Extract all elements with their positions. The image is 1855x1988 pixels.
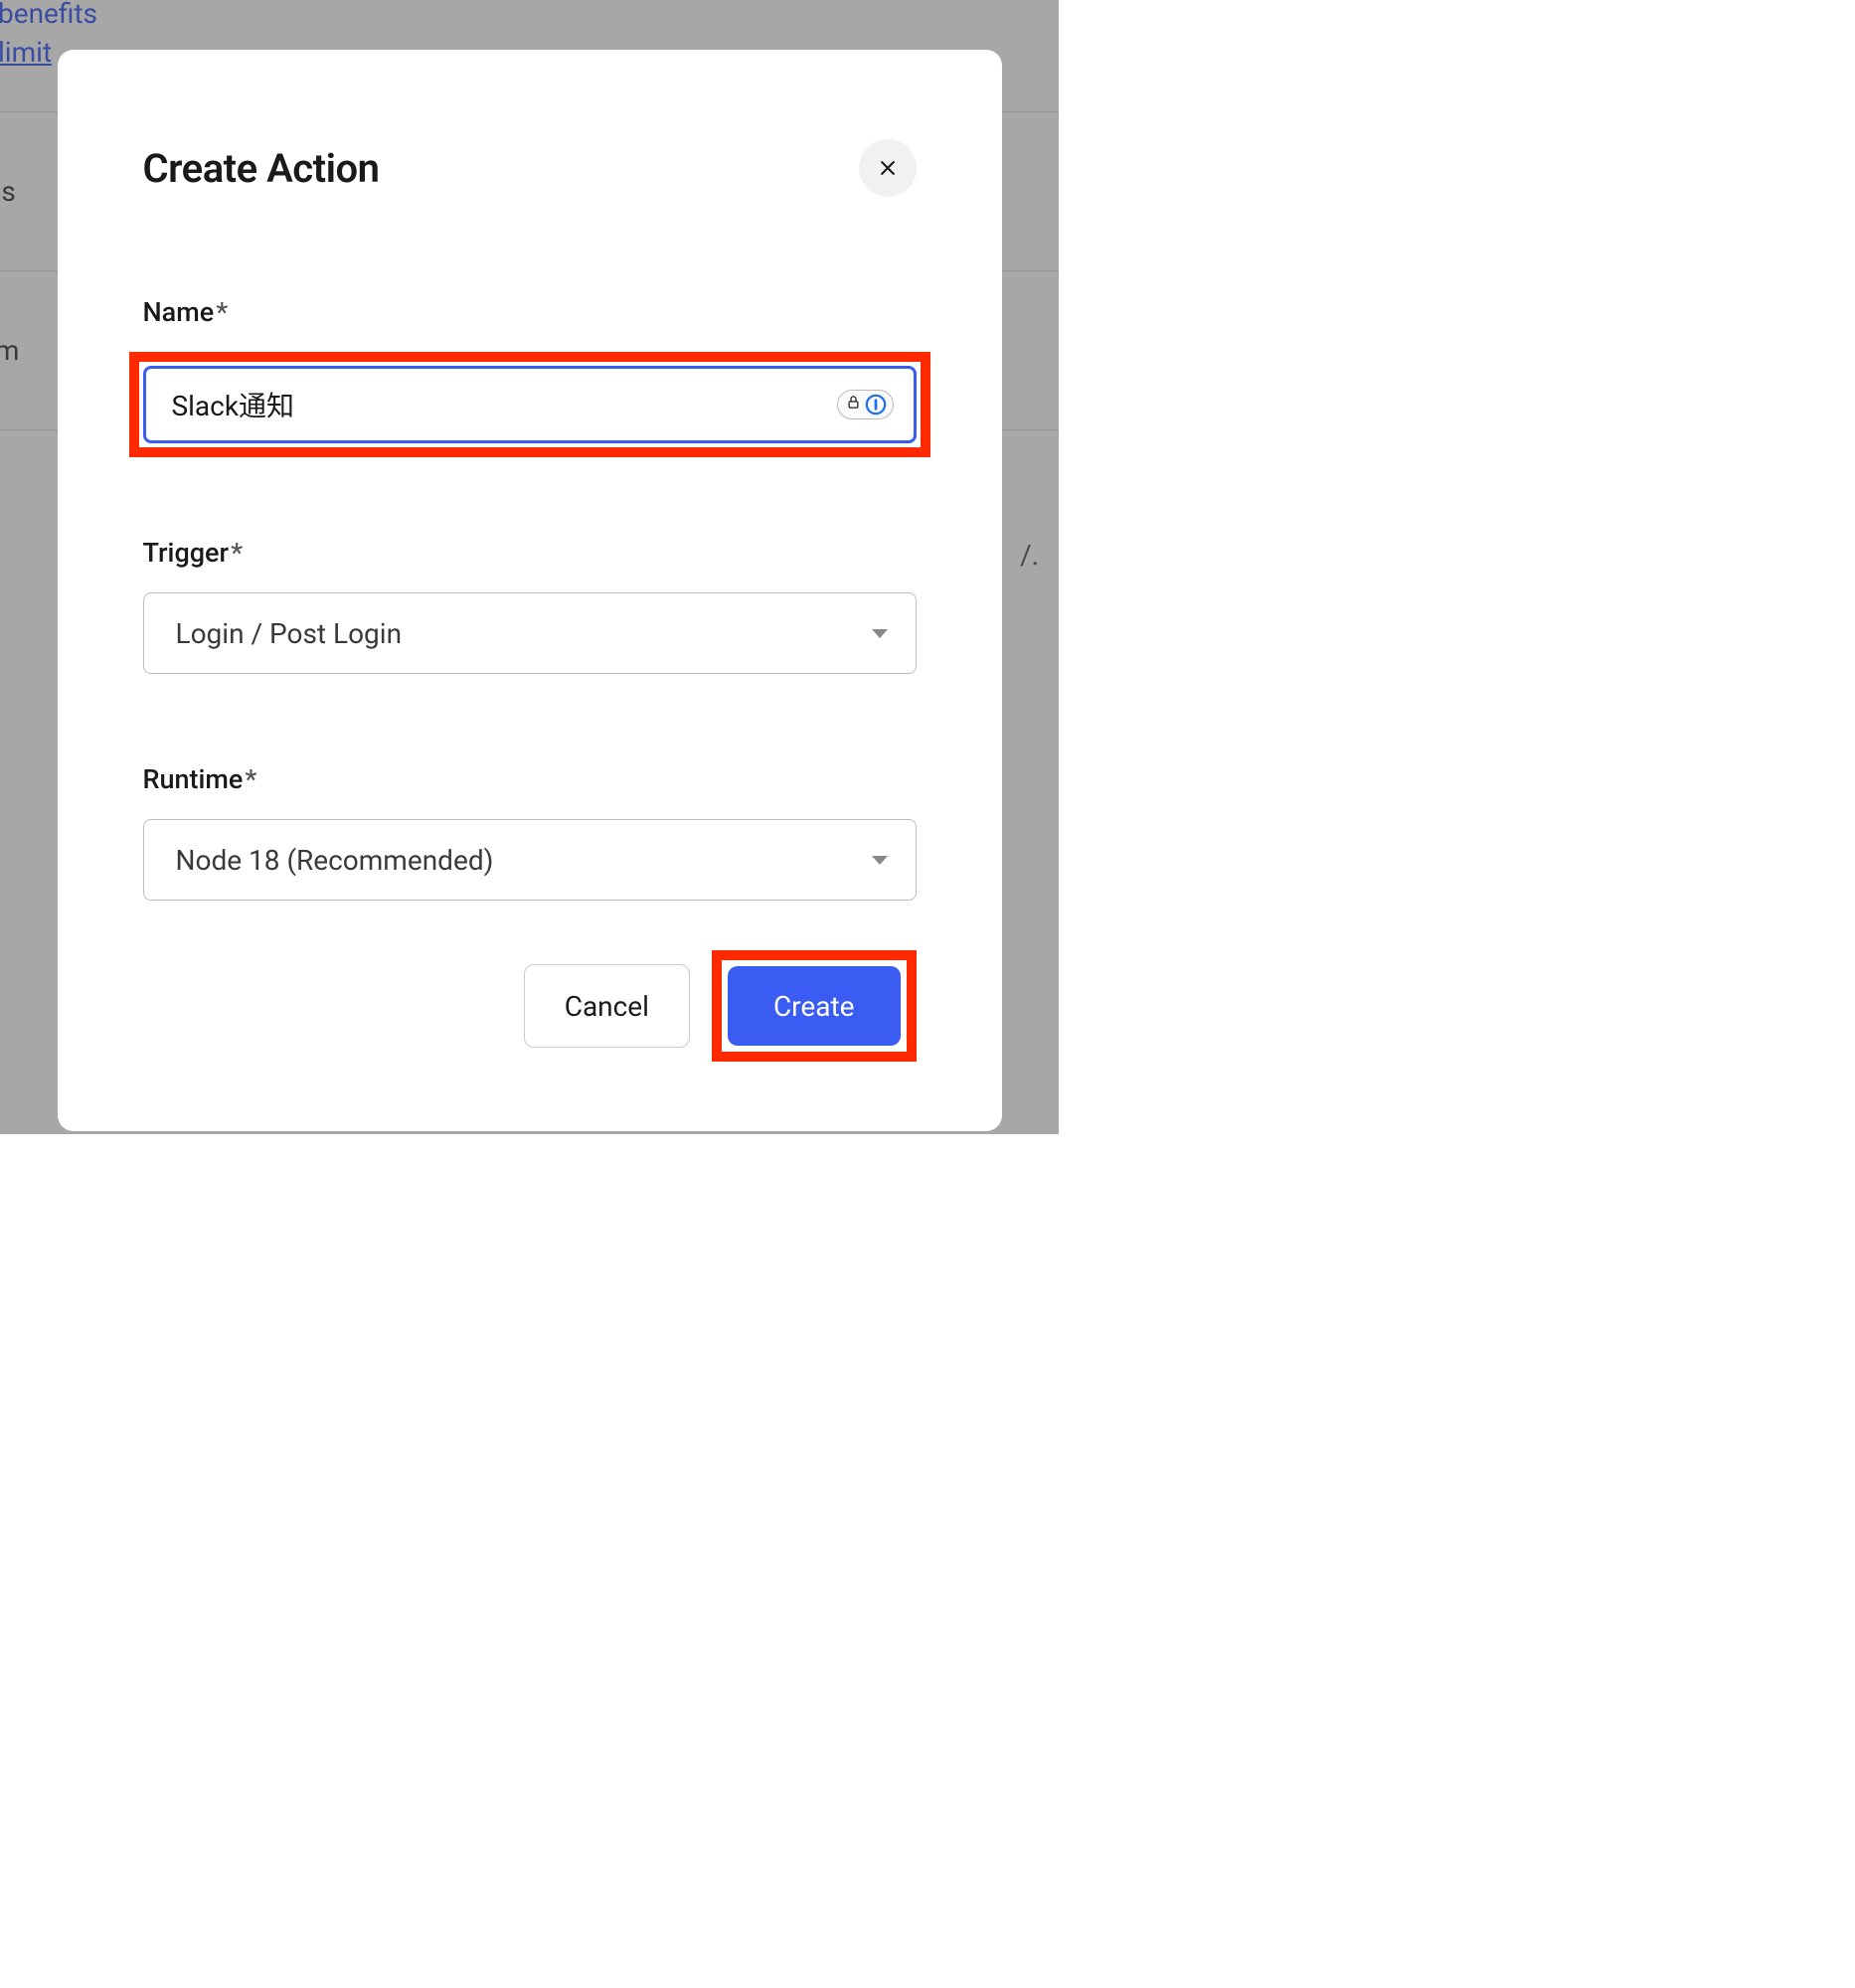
close-icon: [878, 158, 898, 178]
cancel-button[interactable]: Cancel: [524, 964, 690, 1048]
trigger-label: Trigger*: [143, 537, 917, 569]
trigger-select-value: Login / Post Login: [176, 617, 872, 650]
runtime-select[interactable]: Node 18 (Recommended): [143, 819, 917, 901]
password-manager-badge[interactable]: [837, 390, 894, 419]
modal-overlay[interactable]: Create Action Name*: [0, 0, 1059, 1134]
modal-title: Create Action: [143, 145, 380, 192]
onepassword-icon: [865, 394, 887, 415]
runtime-label: Runtime*: [143, 763, 917, 795]
chevron-down-icon: [872, 629, 888, 638]
name-input[interactable]: [172, 389, 837, 421]
name-highlight-box: [129, 352, 930, 457]
name-label: Name*: [143, 296, 917, 328]
lock-icon: [846, 394, 861, 415]
name-input-container[interactable]: [143, 366, 917, 443]
chevron-down-icon: [872, 856, 888, 865]
create-highlight-box: Create: [712, 950, 917, 1062]
close-button[interactable]: [859, 139, 917, 197]
create-action-modal: Create Action Name*: [58, 50, 1002, 1131]
modal-footer: Cancel Create: [143, 950, 917, 1062]
runtime-select-value: Node 18 (Recommended): [176, 844, 872, 877]
create-button[interactable]: Create: [728, 966, 901, 1046]
trigger-select[interactable]: Login / Post Login: [143, 592, 917, 674]
